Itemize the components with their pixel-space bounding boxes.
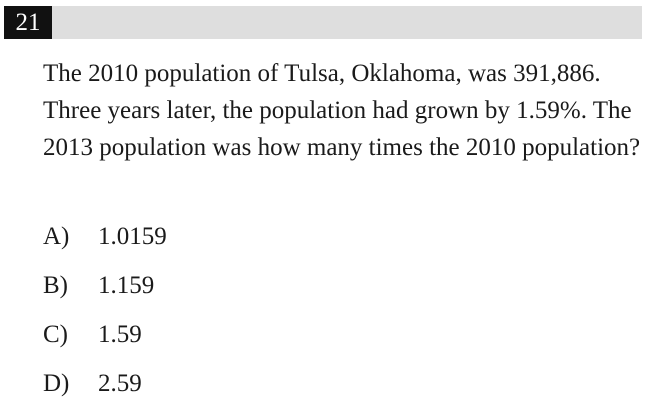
choice-a-letter: A) <box>43 223 70 250</box>
choice-c-text: 1.59 <box>98 321 142 348</box>
choice-b[interactable]: B) 1.159 <box>43 267 167 316</box>
choice-b-text: 1.159 <box>98 272 155 299</box>
choice-d[interactable]: D) 2.59 <box>43 365 167 414</box>
choice-b-letter: B) <box>43 272 68 299</box>
choice-d-text: 2.59 <box>98 370 142 397</box>
choice-a[interactable]: A) 1.0159 <box>43 218 167 267</box>
question-stem: The 2010 population of Tulsa, Oklahoma, … <box>43 60 641 161</box>
question-header-bar: 21 <box>4 6 642 39</box>
answer-choices: A) 1.0159 B) 1.159 C) 1.59 D) 2.59 <box>43 218 167 414</box>
choice-a-text: 1.0159 <box>98 223 167 250</box>
choice-c[interactable]: C) 1.59 <box>43 316 167 365</box>
choice-d-letter: D) <box>43 370 70 397</box>
question-number: 21 <box>4 6 52 39</box>
choice-c-letter: C) <box>43 321 68 348</box>
